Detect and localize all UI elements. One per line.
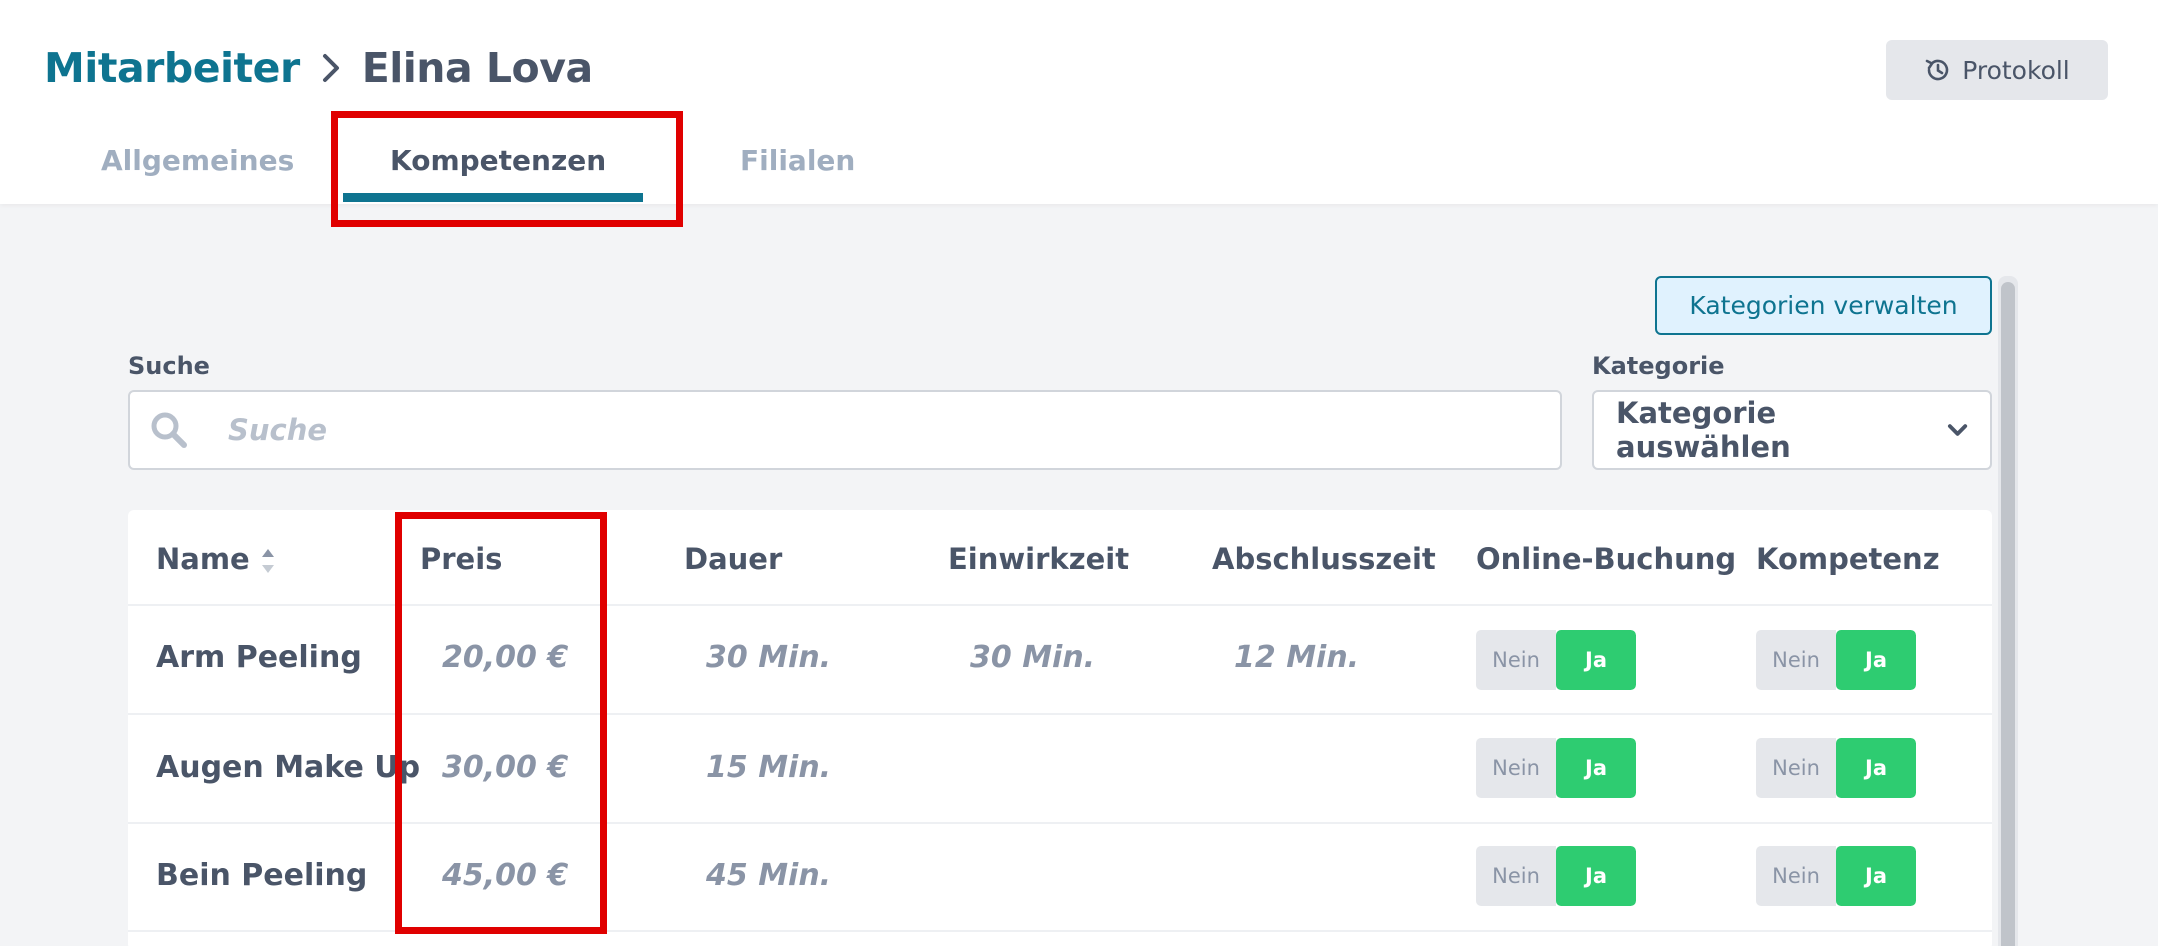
toggle-ja[interactable]: Ja <box>1556 738 1636 798</box>
toggle-ja[interactable]: Ja <box>1556 630 1636 690</box>
column-header-dauer: Dauer <box>684 542 783 576</box>
toggle-nein[interactable]: Nein <box>1476 846 1556 906</box>
column-header-kompetenz: Kompetenz <box>1756 542 1940 576</box>
toggle-ja[interactable]: Ja <box>1556 846 1636 906</box>
protokoll-button[interactable]: Protokoll <box>1886 40 2108 100</box>
kompetenz-toggle[interactable]: Nein Ja <box>1756 846 1916 906</box>
online-buchung-toggle[interactable]: Nein Ja <box>1476 630 1636 690</box>
tab-allgemeines[interactable]: Allgemeines <box>101 144 294 177</box>
chevron-right-icon <box>318 51 344 85</box>
toggle-ja[interactable]: Ja <box>1836 630 1916 690</box>
breadcrumb-current: Elina Lova <box>361 44 593 92</box>
table-row-abschlusszeit: 12 Min. <box>1234 640 1360 675</box>
toggle-nein[interactable]: Nein <box>1756 630 1836 690</box>
highlight-box-preis-column <box>395 512 607 934</box>
column-header-online-buchung: Online-Buchung <box>1476 542 1737 576</box>
table-row-einwirkzeit: 30 Min. <box>970 640 1096 675</box>
online-buchung-toggle[interactable]: Nein Ja <box>1476 846 1636 906</box>
column-header-abschlusszeit: Abschlusszeit <box>1212 542 1436 576</box>
search-icon <box>151 412 187 448</box>
column-header-name-label: Name <box>156 542 250 576</box>
table-row-name: Augen Make Up <box>156 750 421 785</box>
toggle-ja[interactable]: Ja <box>1836 846 1916 906</box>
search-input[interactable] <box>228 413 1428 447</box>
breadcrumb: Mitarbeiter Elina Lova <box>44 44 593 92</box>
search-field[interactable] <box>128 390 1562 470</box>
category-select[interactable]: Kategorie auswählen <box>1592 390 1992 470</box>
page-header <box>0 0 2158 204</box>
category-label: Kategorie <box>1592 352 1725 380</box>
kategorien-verwalten-button[interactable]: Kategorien verwalten <box>1655 276 1992 335</box>
column-header-name[interactable]: Name <box>156 542 276 577</box>
table-row-name: Arm Peeling <box>156 640 362 675</box>
history-icon <box>1925 59 1949 81</box>
table-row-dauer: 15 Min. <box>706 750 832 785</box>
breadcrumb-parent-link[interactable]: Mitarbeiter <box>44 44 300 92</box>
sort-icon[interactable] <box>260 545 276 577</box>
toggle-nein[interactable]: Nein <box>1756 738 1836 798</box>
kompetenz-toggle[interactable]: Nein Ja <box>1756 738 1916 798</box>
chevron-down-icon <box>1947 424 1968 436</box>
table-row-dauer: 45 Min. <box>706 858 832 893</box>
tab-filialen[interactable]: Filialen <box>740 144 855 177</box>
toggle-ja[interactable]: Ja <box>1836 738 1916 798</box>
table-row-dauer: 30 Min. <box>706 640 832 675</box>
column-header-einwirkzeit: Einwirkzeit <box>948 542 1130 576</box>
toggle-nein[interactable]: Nein <box>1756 846 1836 906</box>
highlight-box-tab <box>331 111 683 227</box>
toggle-nein[interactable]: Nein <box>1476 738 1556 798</box>
category-select-value: Kategorie auswählen <box>1616 396 1791 464</box>
kompetenz-toggle[interactable]: Nein Ja <box>1756 630 1916 690</box>
online-buchung-toggle[interactable]: Nein Ja <box>1476 738 1636 798</box>
toggle-nein[interactable]: Nein <box>1476 630 1556 690</box>
table-row-name: Bein Peeling <box>156 858 368 893</box>
scrollbar-thumb[interactable] <box>2001 282 2015 946</box>
search-label: Suche <box>128 352 210 380</box>
protokoll-label: Protokoll <box>1962 55 2070 85</box>
